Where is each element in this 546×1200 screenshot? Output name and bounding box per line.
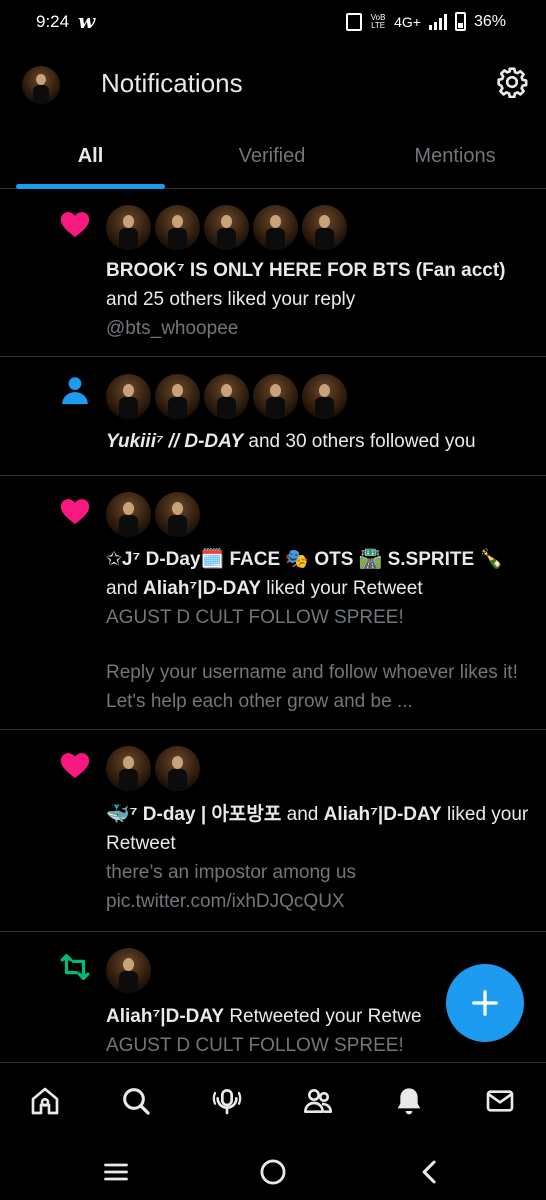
avatar[interactable] <box>106 948 151 993</box>
gear-icon[interactable] <box>496 66 528 98</box>
bottom-navigation <box>0 1062 546 1140</box>
person-icon <box>62 377 88 405</box>
notification-action: and 30 others followed you <box>248 431 476 452</box>
battery-icon <box>454 12 466 31</box>
actor-name[interactable]: BROOK⁷ IS ONLY HERE FOR BTS (Fan acct) <box>106 260 506 281</box>
avatar[interactable] <box>106 374 151 419</box>
volte-label-bottom: LTE <box>371 20 386 30</box>
messages-icon[interactable] <box>484 1085 516 1117</box>
avatar[interactable] <box>302 374 347 419</box>
avatar[interactable] <box>106 205 151 250</box>
actor-avatars <box>106 205 347 250</box>
heart-icon <box>60 212 90 238</box>
status-time: 9:24 <box>36 12 70 31</box>
tweet-snippet-title: AGUST D CULT FOLLOW SPREE! <box>106 607 404 628</box>
tab-verified[interactable]: Verified <box>197 124 347 188</box>
avatar[interactable] <box>253 374 298 419</box>
notification-action: Retweeted your Retwe <box>229 1006 422 1027</box>
actor-name[interactable]: Yukiii⁷ // D-DAY <box>106 431 243 452</box>
top-app-bar: Notifications <box>0 46 546 124</box>
network-type: 4G+ <box>394 13 421 30</box>
back-icon[interactable] <box>416 1158 444 1186</box>
actor-name-secondary[interactable]: Aliah⁷|D-DAY <box>324 804 442 825</box>
status-indicators: VoB LTE 4G+ 36% <box>346 12 506 31</box>
avatar[interactable] <box>204 205 249 250</box>
home-circle-icon[interactable] <box>259 1158 287 1186</box>
communities-icon[interactable] <box>302 1085 334 1117</box>
actor-name[interactable]: ✩J⁷ D-Day🗓️ FACE 🎭 OTS 🛣️ S.SPRITE 🍾 <box>106 549 503 570</box>
compose-button[interactable] <box>446 964 524 1042</box>
avatar[interactable] <box>106 492 151 537</box>
signal-icon <box>428 13 447 30</box>
notification-action: liked your Retweet <box>266 578 423 599</box>
plus-icon <box>472 990 498 1016</box>
battery-percent: 36% <box>473 12 506 30</box>
notification-text: 🐳⁷ D-day | 아포방포 and Aliah⁷|D-DAY liked y… <box>106 800 532 916</box>
notification-action: and 25 others liked your reply <box>106 289 356 310</box>
actor-name[interactable]: 🐳⁷ D-day | 아포방포 <box>106 804 281 825</box>
notification-tabs: All Verified Mentions <box>0 124 546 189</box>
tab-all[interactable]: All <box>16 124 165 188</box>
vibrate-icon <box>346 12 363 31</box>
tab-mentions[interactable]: Mentions <box>380 124 530 188</box>
avatar[interactable] <box>253 205 298 250</box>
home-icon[interactable] <box>29 1085 61 1117</box>
avatar[interactable] <box>155 374 200 419</box>
connector-text: and <box>106 578 138 599</box>
notification-item-like-retweet[interactable]: ✩J⁷ D-Day🗓️ FACE 🎭 OTS 🛣️ S.SPRITE 🍾 and… <box>0 476 546 730</box>
notification-text: BROOK⁷ IS ONLY HERE FOR BTS (Fan acct) a… <box>106 256 532 343</box>
status-bar: 9:24 w VoB LTE 4G+ 36% <box>0 0 546 46</box>
system-navigation-bar <box>0 1140 546 1200</box>
profile-avatar[interactable] <box>22 66 60 104</box>
tweet-snippet-link[interactable]: pic.twitter.com/ixhDJQcQUX <box>106 887 532 916</box>
avatar[interactable] <box>155 492 200 537</box>
retweet-icon <box>60 954 90 980</box>
actor-avatars <box>106 746 200 791</box>
notification-item-like-retweet[interactable]: 🐳⁷ D-day | 아포방포 and Aliah⁷|D-DAY liked y… <box>0 730 546 932</box>
spaces-icon[interactable] <box>211 1085 243 1117</box>
notifications-bell-icon[interactable] <box>393 1085 425 1117</box>
tweet-snippet-body: Reply your username and follow whoever l… <box>106 662 518 712</box>
actor-avatars <box>106 374 347 419</box>
heart-icon <box>60 753 90 779</box>
heart-icon <box>60 499 90 525</box>
avatar[interactable] <box>204 374 249 419</box>
reply-snippet: @bts_whoopee <box>106 318 239 339</box>
notification-text: Yukiii⁷ // D-DAY and 30 others followed … <box>106 427 532 456</box>
actor-name[interactable]: Aliah⁷|D-DAY <box>106 1006 224 1027</box>
notification-item-like-reply[interactable]: BROOK⁷ IS ONLY HERE FOR BTS (Fan acct) a… <box>0 189 546 357</box>
app-notification-icon: w <box>78 9 96 33</box>
tweet-snippet-title: there’s an impostor among us <box>106 862 356 883</box>
avatar[interactable] <box>302 205 347 250</box>
avatar[interactable] <box>155 746 200 791</box>
recents-icon[interactable] <box>102 1158 130 1186</box>
notification-item-follow[interactable]: Yukiii⁷ // D-DAY and 30 others followed … <box>0 357 546 476</box>
notification-list: BROOK⁷ IS ONLY HERE FOR BTS (Fan acct) a… <box>0 189 546 1062</box>
actor-avatars <box>106 948 151 993</box>
notification-text: ✩J⁷ D-Day🗓️ FACE 🎭 OTS 🛣️ S.SPRITE 🍾 and… <box>106 545 532 716</box>
avatar[interactable] <box>106 746 151 791</box>
connector-text: and <box>286 804 319 825</box>
actor-avatars <box>106 492 200 537</box>
actor-name-secondary[interactable]: Aliah⁷|D-DAY <box>143 578 261 599</box>
volte-icon: VoB LTE <box>370 13 386 30</box>
search-icon[interactable] <box>120 1085 152 1117</box>
avatar[interactable] <box>155 205 200 250</box>
page-title: Notifications <box>101 68 243 98</box>
